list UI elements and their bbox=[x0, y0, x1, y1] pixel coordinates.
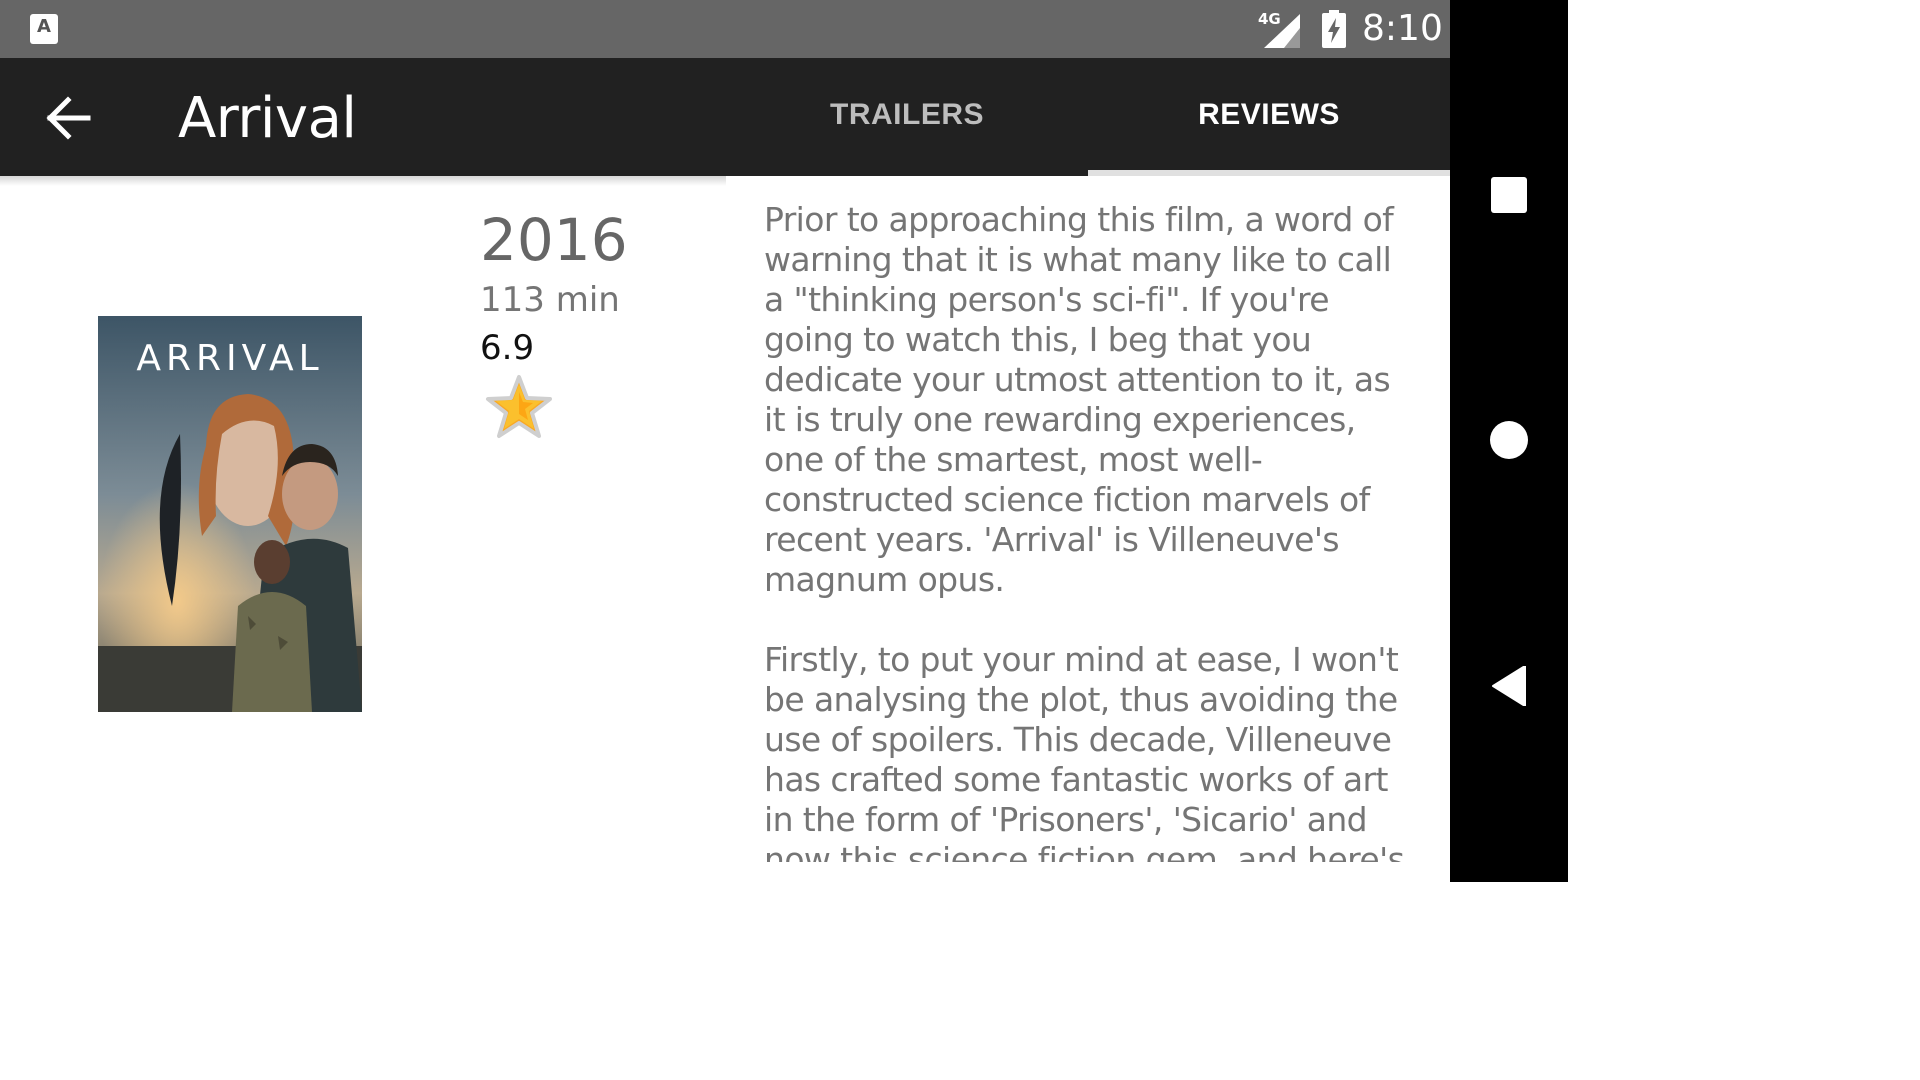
back-triangle-icon[interactable] bbox=[1491, 666, 1527, 706]
runtime: 113 min bbox=[480, 280, 620, 320]
tab-indicator bbox=[1088, 170, 1450, 176]
app-bar-shadow bbox=[0, 176, 726, 186]
status-bar: A 4G 8:10 bbox=[0, 0, 1450, 58]
status-time: 8:10 bbox=[1362, 8, 1443, 49]
poster-title: ARRIVAL bbox=[136, 338, 324, 379]
page-title: Arrival bbox=[178, 86, 357, 151]
rating: 6.9 bbox=[480, 328, 535, 368]
review-paragraph: Firstly, to put your mind at ease, I won… bbox=[764, 640, 1405, 862]
arrow-back-icon bbox=[46, 96, 91, 140]
back-button[interactable] bbox=[40, 94, 96, 142]
home-circle-icon[interactable] bbox=[1490, 421, 1528, 459]
app-bar: Arrival TRAILERS REVIEWS bbox=[0, 58, 1450, 176]
system-nav-bar bbox=[1450, 0, 1568, 882]
review-paragraph: Prior to approaching this film, a word o… bbox=[764, 200, 1394, 599]
a-notification-icon: A bbox=[30, 14, 58, 44]
release-year: 2016 bbox=[480, 206, 628, 274]
movie-poster: ARRIVAL bbox=[98, 316, 362, 712]
recents-square-icon[interactable] bbox=[1491, 177, 1527, 213]
review-content[interactable]: Prior to approaching this film, a word o… bbox=[764, 200, 1414, 862]
tab-reviews[interactable]: REVIEWS bbox=[1088, 98, 1450, 138]
star-icon[interactable] bbox=[484, 374, 554, 442]
tab-trailers[interactable]: TRAILERS bbox=[726, 98, 1088, 138]
battery-charging-icon bbox=[1322, 10, 1346, 48]
signal-icon bbox=[1264, 14, 1300, 48]
